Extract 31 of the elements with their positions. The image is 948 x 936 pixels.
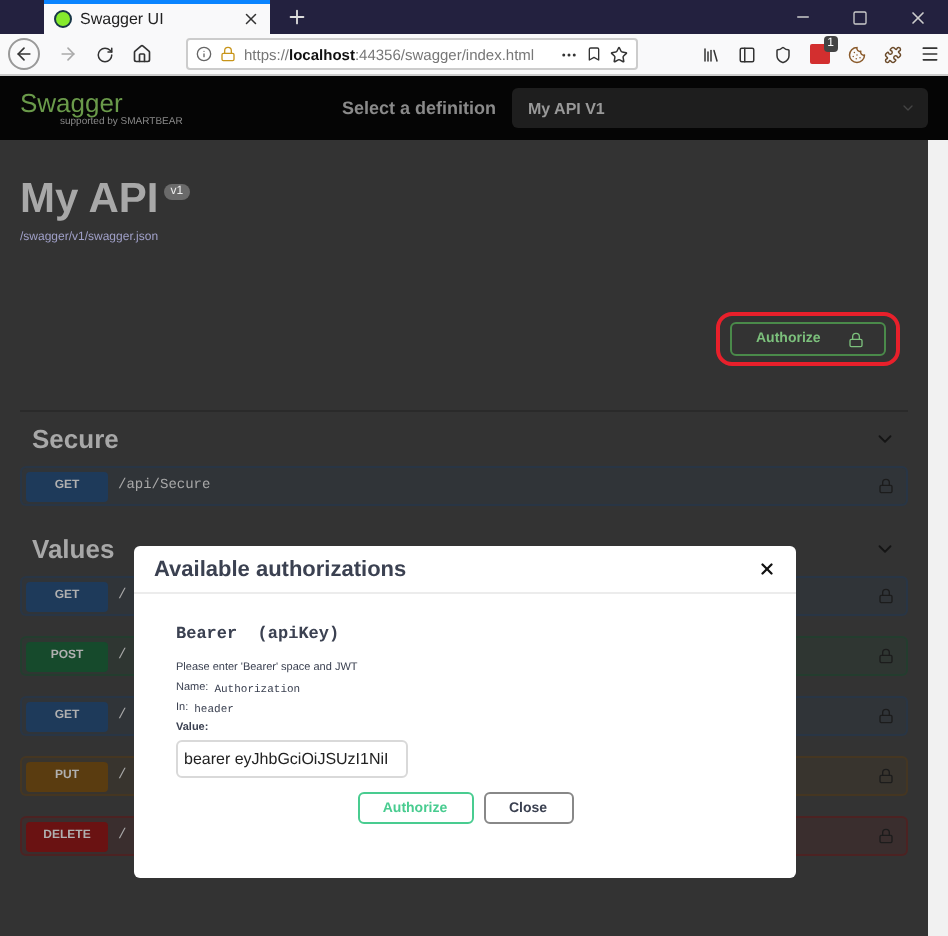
- cookie-icon[interactable]: [848, 45, 866, 63]
- menu-icon[interactable]: [920, 44, 940, 64]
- section-title[interactable]: Values: [32, 534, 115, 564]
- lock-icon: [848, 331, 864, 347]
- definition-label: Select a definition: [341, 98, 496, 118]
- scheme-title: Bearer (apiKey): [176, 624, 342, 644]
- dialog-title: Available authorizations: [154, 557, 407, 581]
- star-icon[interactable]: [610, 45, 628, 63]
- home-icon[interactable]: [132, 44, 152, 64]
- chevron-down-icon: [900, 100, 916, 116]
- definition-select[interactable]: My API V1: [512, 88, 928, 128]
- reload-icon[interactable]: [96, 45, 114, 63]
- swagger-favicon-icon: [54, 10, 72, 28]
- browser-tab[interactable]: Swagger UI: [44, 0, 270, 34]
- library-icon[interactable]: [702, 45, 720, 63]
- api-title: My API: [20, 176, 159, 224]
- close-icon[interactable]: [758, 560, 776, 578]
- info-icon[interactable]: [196, 46, 212, 62]
- lock-warning-icon: [220, 46, 236, 62]
- puzzle-icon[interactable]: [884, 45, 902, 63]
- shield-icon[interactable]: [774, 45, 792, 63]
- sidebar-icon[interactable]: [738, 45, 756, 63]
- back-arrow-icon: [14, 44, 34, 64]
- swagger-logo[interactable]: Swagger: [20, 89, 183, 115]
- close-tab-icon[interactable]: [242, 10, 260, 28]
- maximize-icon[interactable]: [852, 9, 868, 25]
- back-button[interactable]: [8, 38, 40, 70]
- close-icon[interactable]: [908, 7, 928, 27]
- section-title[interactable]: Secure: [32, 424, 119, 454]
- tab-title: Swagger UI: [80, 10, 166, 28]
- value-input[interactable]: bearer eyJhbGciOiJSUzI1NiI: [176, 740, 408, 778]
